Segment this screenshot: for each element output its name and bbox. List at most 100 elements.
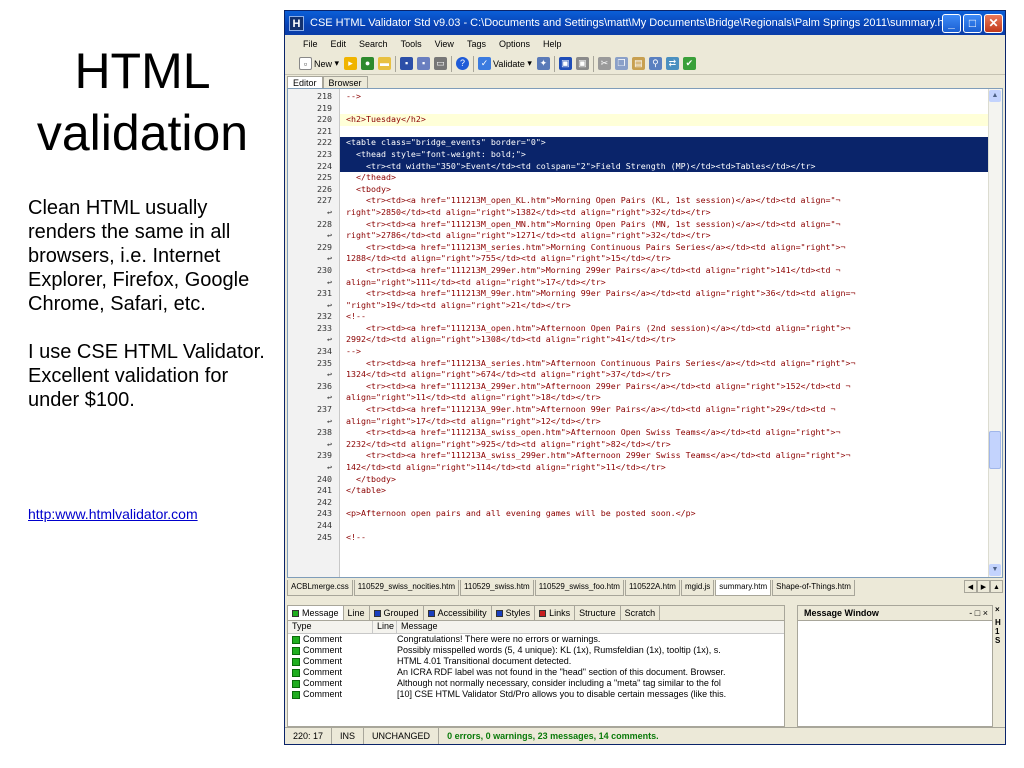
file-tab[interactable]: mgid.js — [680, 580, 715, 596]
code-line[interactable]: 237 <tr><td><a href="111213A_99er.htm">A… — [288, 404, 988, 416]
wizard-icon[interactable]: ✦ — [536, 57, 550, 70]
maximize-button[interactable]: □ — [963, 13, 982, 33]
tab-scroll-left-icon[interactable]: ◀ — [964, 580, 977, 593]
minimize-button[interactable]: _ — [942, 13, 961, 33]
code-line[interactable]: 244 — [288, 520, 988, 532]
menu-tags[interactable]: Tags — [467, 39, 486, 49]
message-row[interactable]: Comment Possibly misspelled words (5, 4 u… — [288, 645, 784, 656]
code-line[interactable]: 245 <!-- — [288, 532, 988, 544]
scroll-down-icon[interactable]: ▼ — [989, 564, 1001, 576]
replace-icon[interactable]: ⇄ — [665, 57, 679, 70]
menu-tools[interactable]: Tools — [401, 39, 422, 49]
paste-icon[interactable]: ▤ — [631, 57, 645, 70]
scroll-up-icon[interactable]: ▲ — [989, 90, 1001, 102]
validate-button[interactable]: ✓ Validate ▾ — [478, 57, 532, 70]
message-row[interactable]: Comment Although not normally necessary, … — [288, 678, 784, 689]
tab-scroll-right-icon[interactable]: ▶ — [977, 580, 990, 593]
code-line[interactable]: 238 <tr><td><a href="111213A_swiss_open.… — [288, 427, 988, 439]
menu-file[interactable]: File — [303, 39, 318, 49]
code-line[interactable]: 239 <tr><td><a href="111213A_swiss_299er… — [288, 450, 988, 462]
message-tab[interactable]: Styles — [492, 606, 536, 620]
column-type[interactable]: Type — [288, 621, 373, 633]
file-tab[interactable]: ACBLmerge.css — [287, 580, 353, 596]
menu-help[interactable]: Help — [543, 39, 562, 49]
cut-icon[interactable]: ✂ — [597, 57, 611, 70]
print-icon[interactable]: ▭ — [434, 57, 448, 70]
code-line[interactable]: 218 --> — [288, 91, 988, 103]
message-row[interactable]: Comment HTML 4.01 Transitional document d… — [288, 656, 784, 667]
code-line[interactable]: ↩ 1288</td><td align="right">755</td><td … — [288, 253, 988, 265]
file-tab[interactable]: 110522A.htm — [624, 580, 680, 596]
menu-options[interactable]: Options — [499, 39, 530, 49]
message-tab[interactable]: Links — [535, 606, 576, 620]
code-line[interactable]: 222 <table class="bridge_events" border="… — [288, 137, 988, 149]
code-line[interactable]: ↩ 2992</td><td align="right">1308</td><td… — [288, 334, 988, 346]
code-line[interactable]: 226 <tbody> — [288, 184, 988, 196]
code-line[interactable]: 225 </thead> — [288, 172, 988, 184]
message-row[interactable]: Comment [10] CSE HTML Validator Std/Pro a… — [288, 689, 784, 700]
file-tab[interactable]: 110529_swiss_foo.htm — [534, 580, 624, 596]
message-tab[interactable]: Accessibility — [424, 606, 492, 620]
save-icon[interactable]: ▪ — [400, 57, 414, 70]
file-tab[interactable]: 110529_swiss_nocities.htm — [353, 580, 460, 596]
editor-scrollbar[interactable]: ▲ ▼ — [988, 89, 1002, 577]
message-tab[interactable]: Structure — [575, 606, 621, 620]
find-icon[interactable]: ⚲ — [648, 57, 662, 70]
code-editor[interactable]: 218 --> 219 220 <h2>Tuesday</h2> 221 222 <table… — [287, 88, 1003, 578]
open-icon[interactable]: ▸ — [344, 57, 358, 70]
code-line[interactable]: 228 <tr><td><a href="111213M_open_MN.htm… — [288, 219, 988, 231]
code-line[interactable]: 242 — [288, 497, 988, 509]
menu-edit[interactable]: Edit — [331, 39, 347, 49]
code-line[interactable]: 220 <h2>Tuesday</h2> — [288, 114, 988, 126]
code-line[interactable]: ↩ 142</td><td align="right">114</td><td a… — [288, 462, 988, 474]
folder-icon[interactable]: ▬ — [378, 57, 392, 70]
code-line[interactable]: ↩ "right">19</td><td align="right">21</td… — [288, 300, 988, 312]
close-button[interactable]: ✕ — [984, 13, 1003, 33]
message-row[interactable]: Comment Congratulations! There were no er… — [288, 634, 784, 645]
code-line[interactable]: 230 <tr><td><a href="111213M_299er.htm">… — [288, 265, 988, 277]
spellcheck-icon[interactable]: ✔ — [682, 57, 696, 70]
scroll-thumb[interactable] — [989, 431, 1001, 469]
message-tab[interactable]: Grouped — [370, 606, 424, 620]
blue-box-icon[interactable]: ▣ — [558, 57, 572, 70]
menu-view[interactable]: View — [435, 39, 454, 49]
code-line[interactable]: ↩ 1324</td><td align="right">674</td><td … — [288, 369, 988, 381]
help-icon[interactable]: ? — [456, 57, 470, 70]
message-row[interactable]: Comment An ICRA RDF label was not found i… — [288, 667, 784, 678]
code-line[interactable]: 240 </tbody> — [288, 474, 988, 486]
code-line[interactable]: ↩ 2232</td><td align="right">925</td><td … — [288, 439, 988, 451]
code-line[interactable]: 236 <tr><td><a href="111213A_299er.htm">… — [288, 381, 988, 393]
code-line[interactable]: ↩ align="right">11</td><td align="right">… — [288, 392, 988, 404]
code-line[interactable]: 221 — [288, 126, 988, 138]
code-line[interactable]: ↩ right">2786</td><td align="right">1271<… — [288, 230, 988, 242]
code-line[interactable]: ↩ right">2850</td><td align="right">1382<… — [288, 207, 988, 219]
copy-icon[interactable]: ❐ — [614, 57, 628, 70]
validator-link[interactable]: http:www.htmlvalidator.com — [28, 506, 198, 522]
code-line[interactable]: 231 <tr><td><a href="111213M_99er.htm">M… — [288, 288, 988, 300]
code-line[interactable]: 243 <p>Afternoon open pairs and all eveni… — [288, 508, 988, 520]
globe-icon[interactable]: ● — [361, 57, 375, 70]
save-all-icon[interactable]: ▪ — [417, 57, 431, 70]
file-tab[interactable]: 110529_swiss.htm — [460, 580, 534, 596]
message-tab[interactable]: Message — [288, 606, 344, 620]
message-tab[interactable]: Scratch — [621, 606, 661, 620]
code-line[interactable]: 224 <tr><td width="350">Event</td><td co… — [288, 160, 988, 173]
tab-list-icon[interactable]: ▲ — [990, 580, 1003, 593]
menu-search[interactable]: Search — [359, 39, 388, 49]
code-line[interactable]: ↩ align="right">111</td><td align="right"… — [288, 277, 988, 289]
side-strip-close[interactable]: × — [995, 605, 1005, 614]
code-line[interactable]: ↩ align="right">17</td><td align="right">… — [288, 416, 988, 428]
code-line[interactable]: 235 <tr><td><a href="111213A_series.htm"… — [288, 358, 988, 370]
code-line[interactable]: 219 — [288, 103, 988, 115]
column-line[interactable]: Line — [373, 621, 397, 633]
file-tab[interactable]: Shape-of-Things.htm — [772, 580, 855, 596]
code-line[interactable]: 234 --> — [288, 346, 988, 358]
title-bar[interactable]: H CSE HTML Validator Std v9.03 - C:\Docu… — [285, 11, 1005, 35]
code-line[interactable]: 241 </table> — [288, 485, 988, 497]
message-window-controls[interactable]: - □ × — [969, 608, 988, 618]
code-line[interactable]: 232 <!-- — [288, 311, 988, 323]
file-tab[interactable]: summary.htm — [715, 580, 772, 596]
code-line[interactable]: 223 <thead style="font-weight: bold;"> — [288, 148, 988, 161]
message-tab[interactable]: Line — [344, 606, 370, 620]
gray-box-icon[interactable]: ▣ — [575, 57, 589, 70]
